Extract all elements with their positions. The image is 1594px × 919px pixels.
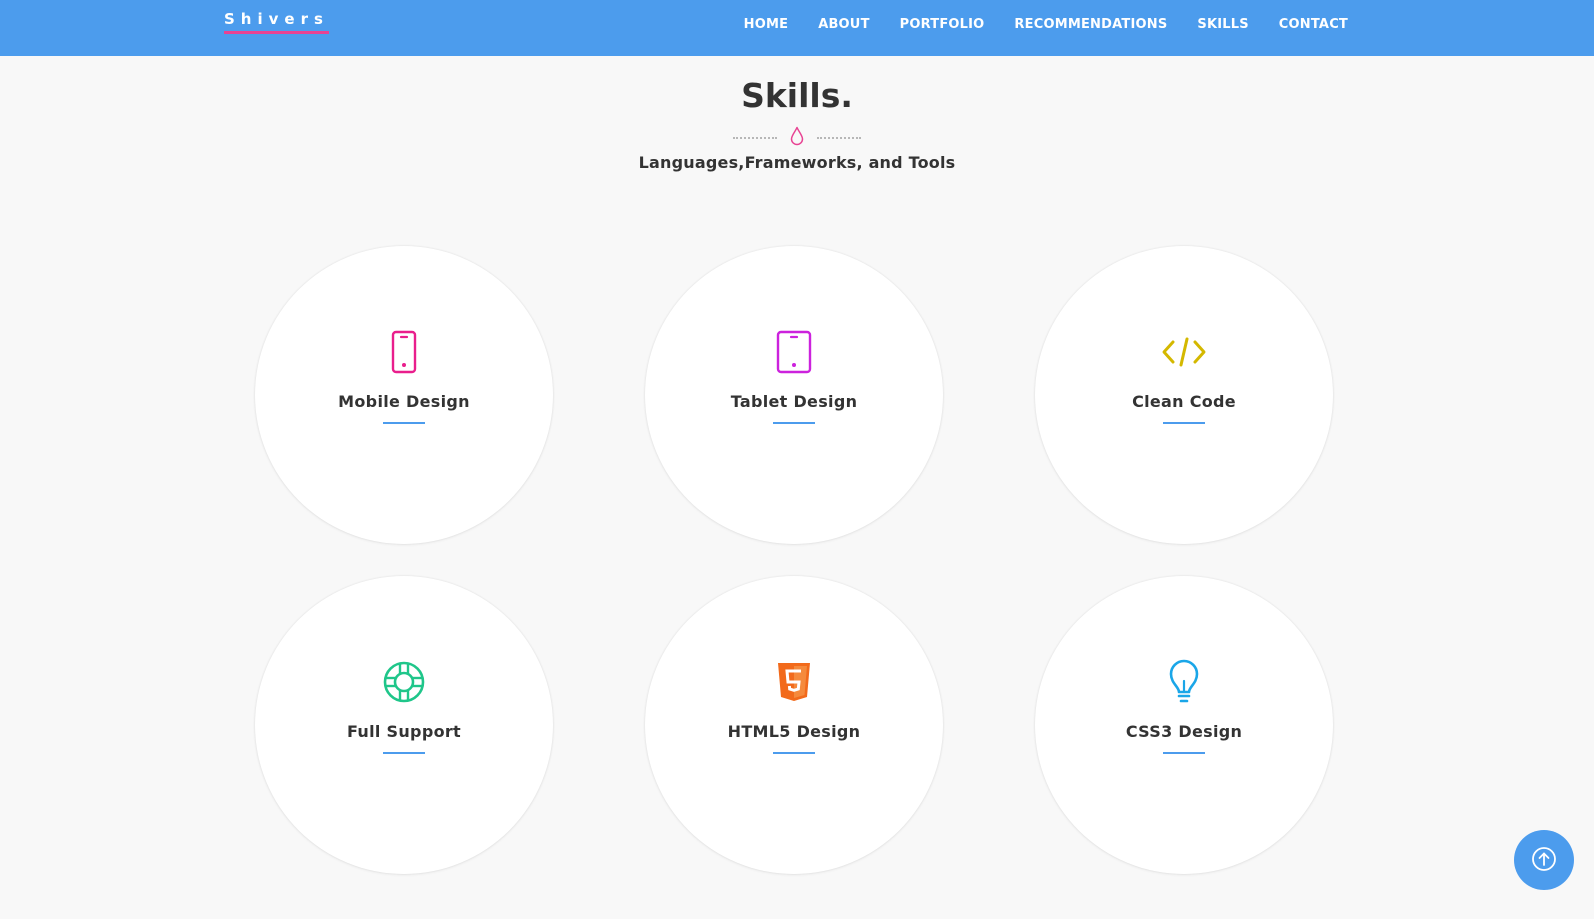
skill-card-full-support: Full Support bbox=[255, 576, 553, 874]
skill-card-tablet-design: Tablet Design bbox=[645, 246, 943, 544]
skill-label: Full Support bbox=[346, 722, 461, 741]
tablet-icon bbox=[766, 328, 822, 376]
skill-underline bbox=[383, 422, 425, 424]
html5-icon bbox=[766, 658, 822, 706]
nav-menu: HOME ABOUT PORTFOLIO RECOMMENDATIONS SKI… bbox=[744, 17, 1348, 32]
skill-label: Clean Code bbox=[1132, 392, 1236, 411]
section-subtitle: Languages,Frameworks, and Tools bbox=[638, 153, 956, 172]
nav-link-home[interactable]: HOME bbox=[744, 17, 789, 32]
code-icon bbox=[1156, 328, 1212, 376]
mobile-phone-icon bbox=[376, 328, 432, 376]
nav-link-recommendations[interactable]: RECOMMENDATIONS bbox=[1014, 17, 1167, 32]
skill-underline bbox=[773, 752, 815, 754]
nav-link-portfolio[interactable]: PORTFOLIO bbox=[900, 17, 985, 32]
nav-link-contact[interactable]: CONTACT bbox=[1279, 17, 1348, 32]
skill-label: CSS3 Design bbox=[1125, 722, 1243, 741]
skill-label: Tablet Design bbox=[730, 392, 858, 411]
brand-logo[interactable]: Shivers bbox=[224, 10, 329, 34]
skill-underline bbox=[773, 422, 815, 424]
skill-card-html5-design: HTML5 Design bbox=[645, 576, 943, 874]
skill-card-css3-design: CSS3 Design bbox=[1035, 576, 1333, 874]
skill-underline bbox=[383, 752, 425, 754]
divider-dots-left bbox=[733, 137, 777, 139]
skill-card-clean-code: Clean Code bbox=[1035, 246, 1333, 544]
section-title: Skills. bbox=[741, 76, 853, 115]
section-divider bbox=[0, 126, 1594, 150]
divider-dots-right bbox=[817, 137, 861, 139]
skill-card-mobile-design: Mobile Design bbox=[255, 246, 553, 544]
nav-link-about[interactable]: ABOUT bbox=[818, 17, 869, 32]
skill-label: Mobile Design bbox=[338, 392, 470, 411]
lifebuoy-icon bbox=[376, 658, 432, 706]
navbar: Shivers HOME ABOUT PORTFOLIO RECOMMENDAT… bbox=[0, 0, 1594, 56]
nav-link-skills[interactable]: SKILLS bbox=[1197, 17, 1248, 32]
skill-label: HTML5 Design bbox=[727, 722, 861, 741]
lightbulb-icon bbox=[1156, 658, 1212, 706]
droplet-icon bbox=[789, 126, 805, 150]
skill-underline bbox=[1163, 752, 1205, 754]
scroll-to-top-button[interactable] bbox=[1514, 830, 1574, 890]
arrow-up-circle-icon bbox=[1531, 846, 1557, 875]
skill-underline bbox=[1163, 422, 1205, 424]
